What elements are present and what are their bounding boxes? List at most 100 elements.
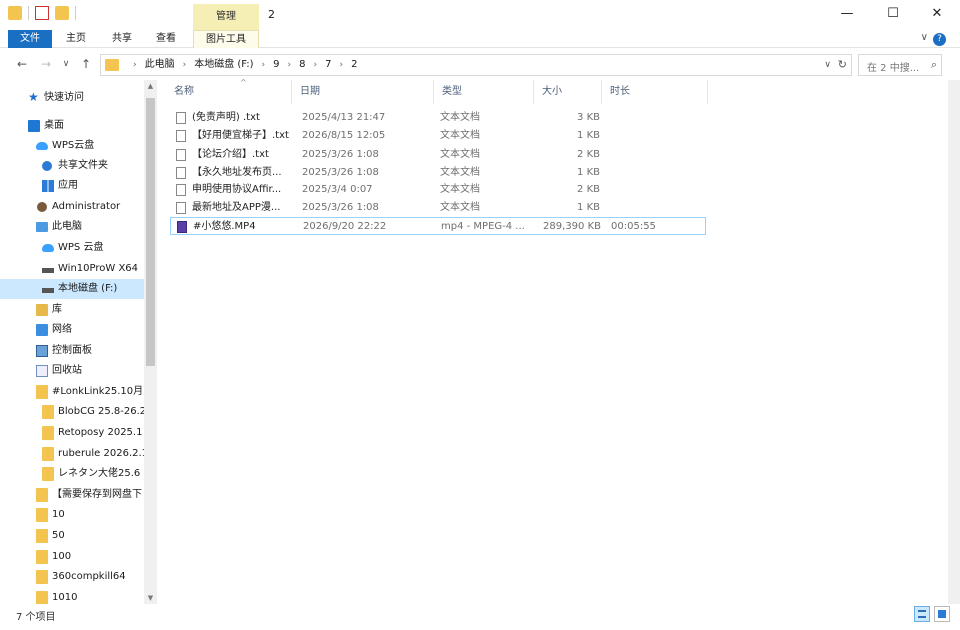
back-icon[interactable]: ← (14, 56, 30, 72)
folder-icon (42, 405, 54, 419)
folder-icon (36, 488, 48, 502)
sidebar-item-shared-folder[interactable]: 共享文件夹 (0, 156, 144, 176)
text-file-icon (176, 149, 186, 161)
sidebar-item-folder[interactable]: ruberule 2026.2.1 (0, 444, 144, 464)
file-row[interactable]: (免责声明) .txt 2025/4/13 21:47 文本文档 3 KB (170, 109, 706, 127)
scroll-up-icon[interactable]: ▲ (144, 82, 157, 90)
star-icon: ★ (28, 90, 39, 104)
column-header-duration[interactable]: 时长 (602, 80, 708, 104)
column-header-date[interactable]: 日期 (292, 80, 434, 104)
sort-ascending-icon: ^ (240, 78, 247, 87)
sidebar-item-folder[interactable]: BlobCG 25.8-26.2 (0, 402, 144, 422)
file-row[interactable]: 最新地址及APP漫... 2025/3/26 1:08 文本文档 1 KB (170, 199, 706, 217)
sidebar-item-control-panel[interactable]: 控制面板 (0, 341, 144, 361)
sidebar-item-quick-access[interactable]: ★ 快速访问 (0, 88, 144, 108)
refresh-icon[interactable]: ↻ (838, 55, 847, 75)
breadcrumb-item[interactable]: 9 (273, 55, 279, 75)
sidebar-item-folder[interactable]: 【需要保存到网盘下 (0, 485, 144, 505)
sidebar-item-folder[interactable]: #LonkLink25.10月 (0, 382, 144, 402)
expand-ribbon-icon[interactable]: ∨ (921, 32, 928, 43)
navigation-pane: ★ 快速访问 桌面 WPS云盘 共享文件夹 应用 Administrator 此… (0, 80, 158, 604)
recent-locations-icon[interactable]: ∨ (58, 56, 74, 72)
column-header-type[interactable]: 类型 (434, 80, 534, 104)
sidebar-item-folder[interactable]: 10 (0, 505, 144, 525)
tab-share[interactable]: 共享 (106, 30, 138, 48)
chevron-right-icon: › (287, 60, 292, 70)
sidebar-item-folder[interactable]: 360compkill64 (0, 567, 144, 587)
file-name: 【永久地址发布页... (192, 167, 282, 178)
scrollbar-thumb[interactable] (146, 98, 155, 366)
sidebar-item-local-disk-f[interactable]: 本地磁盘 (F:) (0, 279, 144, 299)
sidebar-item-this-pc[interactable]: 此电脑 (0, 217, 144, 237)
sidebar-item-label: BlobCG 25.8-26.2 (58, 406, 144, 417)
file-row[interactable]: 【好用便宜梯子】.txt 2026/8/15 12:05 文本文档 1 KB (170, 127, 706, 145)
breadcrumb-item[interactable]: 8 (299, 55, 305, 75)
address-bar[interactable]: › 此电脑 › 本地磁盘 (F:) › 9 › 8 › 7 › 2 ∨ ↻ (100, 54, 852, 76)
forward-icon[interactable]: → (38, 56, 54, 72)
sidebar-item-libraries[interactable]: 库 (0, 300, 144, 320)
large-icons-view-button[interactable] (934, 606, 950, 622)
address-dropdown-icon[interactable]: ∨ (824, 55, 831, 75)
cloud-icon (42, 244, 54, 252)
breadcrumb-item[interactable]: 此电脑 (145, 55, 175, 75)
sidebar-item-administrator[interactable]: Administrator (0, 197, 144, 217)
sidebar-item-desktop[interactable]: 桌面 (0, 116, 144, 136)
quick-access-toolbar (8, 6, 76, 20)
file-row[interactable]: 【永久地址发布页... 2025/3/26 1:08 文本文档 1 KB (170, 164, 706, 182)
close-button[interactable]: ✕ (922, 4, 952, 24)
file-duration: 00:05:55 (611, 221, 656, 232)
tab-view[interactable]: 查看 (150, 30, 182, 48)
tab-home[interactable]: 主页 (60, 30, 92, 48)
new-folder-icon[interactable] (55, 6, 69, 20)
sidebar-item-label: 1010 (52, 592, 78, 603)
tab-picture-tools[interactable]: 图片工具 (193, 30, 259, 48)
help-icon[interactable]: ? (933, 33, 946, 46)
breadcrumb-item[interactable]: 7 (325, 55, 331, 75)
search-input[interactable]: 在 2 中搜... (867, 59, 919, 74)
maximize-button[interactable]: ☐ (878, 4, 908, 24)
sidebar-item-recycle-bin[interactable]: 回收站 (0, 361, 144, 381)
chevron-right-icon: › (261, 60, 266, 70)
breadcrumb-item[interactable]: 2 (351, 55, 357, 75)
file-size: 1 KB (577, 167, 600, 178)
details-view-button[interactable] (914, 606, 930, 622)
tab-file[interactable]: 文件 (8, 30, 52, 48)
sidebar-item-wps-drive[interactable]: WPS 云盘 (0, 238, 144, 258)
file-type: mp4 - MPEG-4 ... (441, 221, 525, 232)
large-icons-view-icon (938, 610, 946, 618)
properties-icon[interactable] (35, 6, 49, 20)
column-header-size[interactable]: 大小 (534, 80, 602, 104)
sidebar-item-folder[interactable]: 1010 (0, 588, 144, 604)
scroll-down-icon[interactable]: ▼ (144, 594, 157, 602)
sidebar-item-folder[interactable]: 100 (0, 547, 144, 567)
file-row[interactable]: 【论坛介绍】.txt 2025/3/26 1:08 文本文档 2 KB (170, 146, 706, 164)
column-header-name[interactable]: 名称 ^ (166, 78, 292, 104)
folder-icon[interactable] (8, 6, 22, 20)
file-row[interactable]: 申明使用协议Affir... 2025/3/4 0:07 文本文档 2 KB (170, 181, 706, 199)
file-list-scrollbar[interactable] (948, 80, 960, 604)
sidebar-item-label: 本地磁盘 (F:) (58, 283, 118, 294)
file-date: 2025/3/4 0:07 (302, 184, 373, 195)
search-icon[interactable]: ⌕ (931, 58, 937, 72)
sidebar-scrollbar[interactable]: ▲ ▼ (144, 80, 157, 604)
minimize-button[interactable]: — (832, 4, 862, 24)
file-row-selected[interactable]: #小悠悠.MP4 2026/9/20 22:22 mp4 - MPEG-4 ..… (170, 217, 706, 235)
sidebar-item-label: 此电脑 (52, 221, 82, 232)
tab-manage[interactable]: 管理 (193, 4, 259, 30)
sidebar-item-folder[interactable]: 50 (0, 526, 144, 546)
text-file-icon (176, 112, 186, 124)
search-box[interactable]: 在 2 中搜... ⌕ (858, 54, 942, 76)
sidebar-item-win10-drive[interactable]: Win10ProW X64 (0, 259, 144, 279)
file-type: 文本文档 (440, 149, 480, 160)
sidebar-item-folder[interactable]: Retoposy 2025.1 (0, 423, 144, 443)
sidebar-item-network[interactable]: 网络 (0, 320, 144, 340)
file-list: 名称 ^ 日期 类型 大小 时长 (免责声明) .txt 2025/4/13 2… (158, 78, 948, 604)
up-icon[interactable]: ↑ (78, 56, 94, 72)
sidebar-item-apps[interactable]: 应用 (0, 176, 144, 196)
sidebar-item-wps-cloud[interactable]: WPS云盘 (0, 136, 144, 156)
sidebar-item-folder[interactable]: レネタン大佬25.6 (0, 464, 144, 484)
share-icon (42, 161, 52, 171)
file-date: 2025/3/26 1:08 (302, 202, 379, 213)
file-size: 2 KB (577, 149, 600, 160)
chevron-right-icon: › (313, 60, 318, 70)
